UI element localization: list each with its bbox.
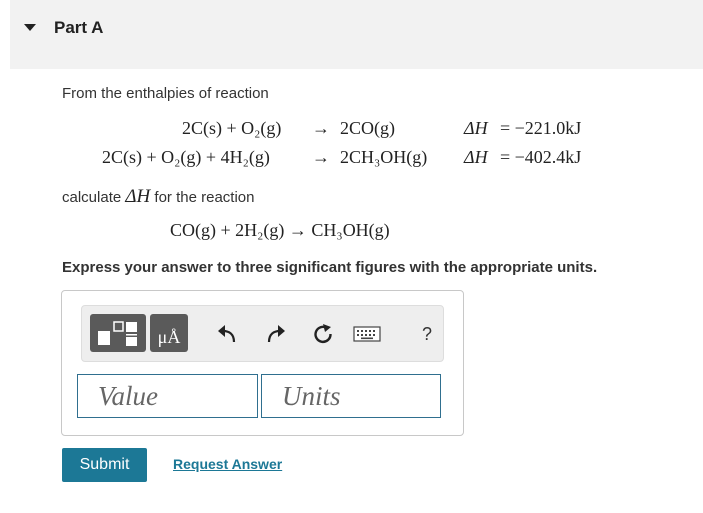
- reaction-2: 2C(s) + O₂(g) + 4H₂(g) → 2CH₃OH(g) ΔH = …: [0, 147, 703, 173]
- reset-icon: [314, 324, 332, 343]
- templates-button[interactable]: [90, 314, 146, 352]
- keyboard-icon: [353, 326, 381, 342]
- help-button[interactable]: ?: [417, 322, 437, 346]
- undo-button[interactable]: [215, 322, 239, 346]
- undo-icon: [218, 325, 236, 343]
- units-input[interactable]: Units: [261, 374, 441, 418]
- reaction-1-products: 2CO(g): [340, 118, 395, 138]
- problem-page: Part A From the enthalpies of reaction 2…: [0, 0, 703, 513]
- calculate-dh: ΔH: [125, 186, 151, 207]
- redo-icon: [267, 325, 285, 343]
- reaction-1-dh-label: ΔH: [464, 118, 488, 138]
- reset-button[interactable]: [311, 322, 335, 346]
- reaction-2-products: 2CH₃OH(g): [340, 147, 428, 167]
- part-title: Part A: [54, 18, 104, 37]
- collapse-caret-icon[interactable]: [24, 24, 36, 31]
- reaction-2-dh-value: = −402.4kJ: [500, 147, 582, 167]
- answer-box: μÅ ? Value Units: [61, 290, 464, 436]
- value-input[interactable]: Value: [77, 374, 258, 418]
- keyboard-button[interactable]: [352, 322, 382, 346]
- calculate-line: calculate ΔH for the reaction: [62, 186, 254, 208]
- templates-icon: [98, 321, 137, 346]
- reaction-2-dh-label: ΔH: [464, 147, 488, 167]
- reaction-2-reactants: 2C(s) + O₂(g) + 4H₂(g): [102, 147, 270, 167]
- redo-button[interactable]: [264, 322, 288, 346]
- instruction-text: Express your answer to three significant…: [62, 259, 598, 276]
- submit-button[interactable]: Submit: [62, 448, 147, 482]
- calculate-suffix: for the reaction: [154, 189, 255, 206]
- reaction-1-reactants: 2C(s) + O₂(g): [182, 118, 282, 138]
- reaction-1: 2C(s) + O₂(g) → 2CO(g) ΔH = −221.0kJ: [0, 118, 703, 144]
- calculate-prefix: calculate: [62, 189, 122, 206]
- request-answer-link[interactable]: Request Answer: [173, 456, 282, 472]
- part-header: [10, 0, 703, 69]
- problem-intro: From the enthalpies of reaction: [62, 85, 269, 102]
- reaction-1-arrow: →: [312, 118, 330, 138]
- math-toolbar: μÅ ?: [81, 305, 444, 362]
- units-button[interactable]: μÅ: [150, 314, 188, 352]
- target-reaction: CO(g) + 2H₂(g) → CH₃OH(g): [170, 220, 390, 240]
- reaction-2-arrow: →: [312, 147, 330, 167]
- reaction-1-dh-value: = −221.0kJ: [500, 118, 582, 138]
